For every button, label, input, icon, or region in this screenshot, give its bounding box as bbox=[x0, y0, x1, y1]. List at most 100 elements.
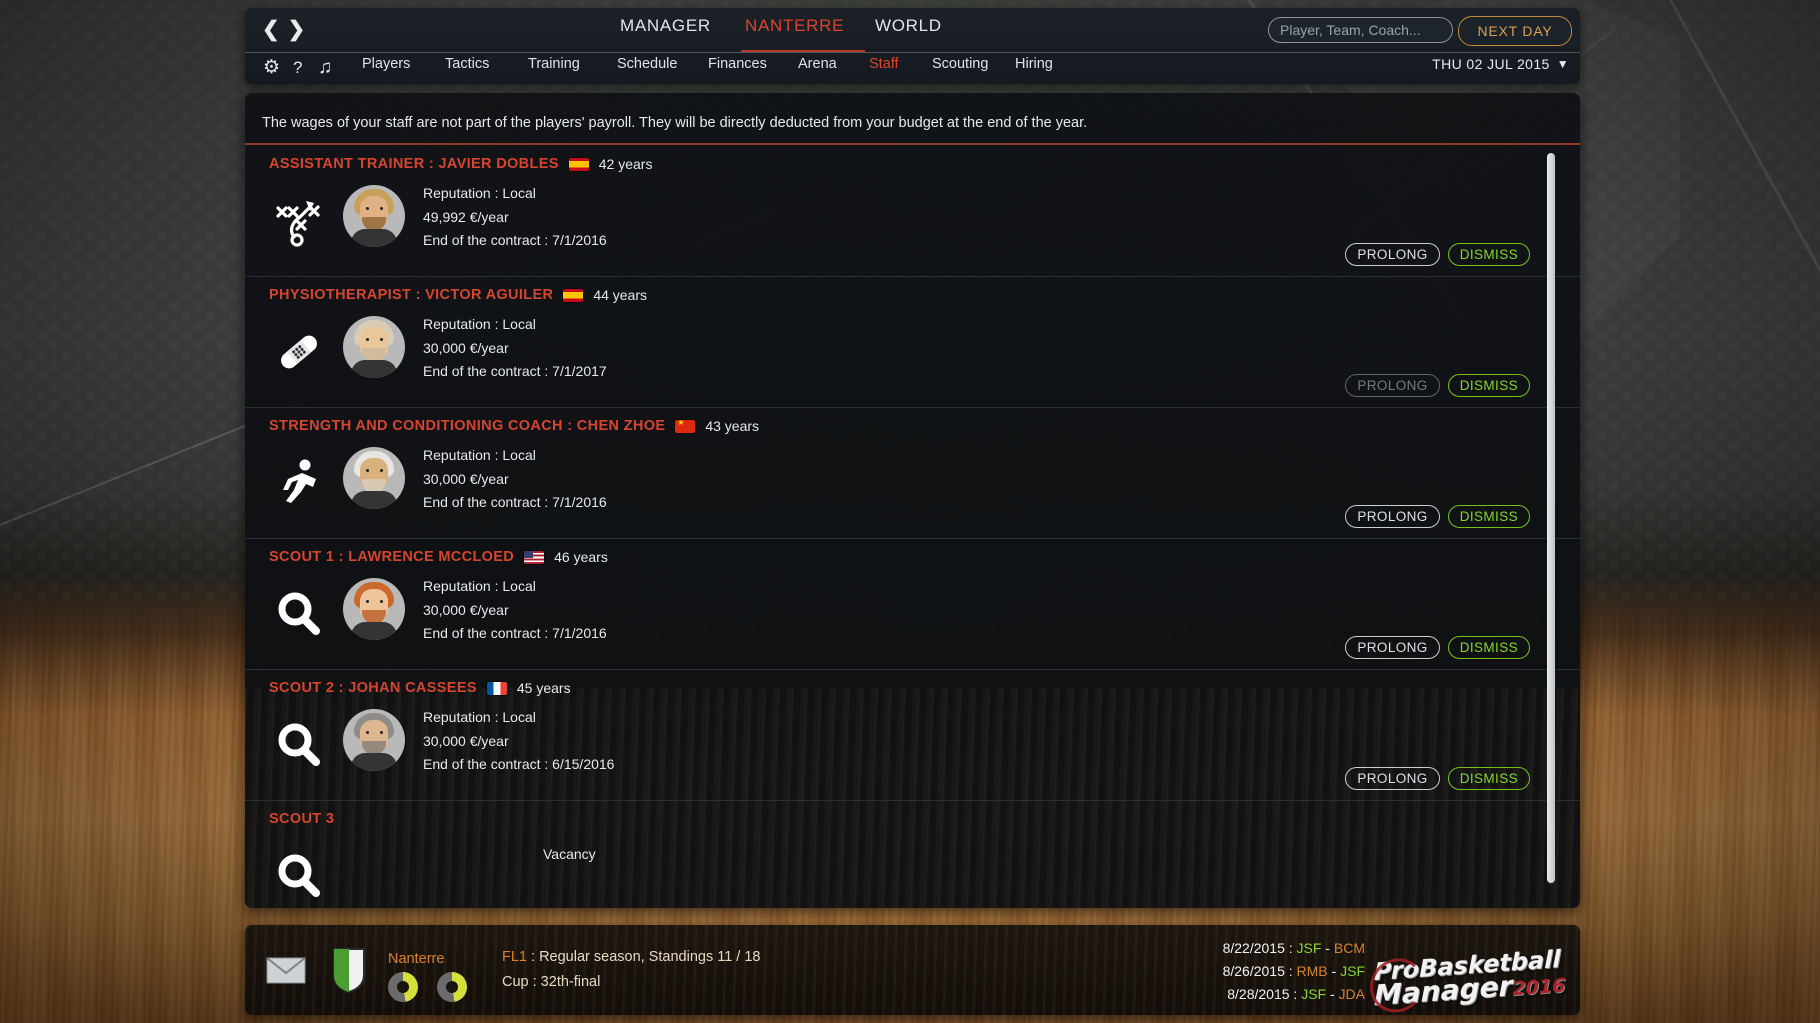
subtab-arena[interactable]: Arena bbox=[798, 56, 837, 72]
staff-role-name: ASSISTANT TRAINER : JAVIER DOBLES bbox=[269, 156, 559, 172]
flag-icon-es bbox=[563, 288, 584, 302]
prolong-button[interactable]: PROLONG bbox=[1345, 374, 1440, 397]
vertical-scrollbar[interactable] bbox=[1546, 153, 1556, 886]
main-tab-world[interactable]: WORLD bbox=[875, 16, 942, 38]
subtab-tactics[interactable]: Tactics bbox=[445, 56, 489, 72]
table-row[interactable]: SCOUT 1 : LAWRENCE MCCLOED 46 years Repu… bbox=[245, 539, 1580, 670]
subtab-staff[interactable]: Staff bbox=[869, 56, 899, 72]
staff-role-name: PHYSIOTHERAPIST : VICTOR AGUILER bbox=[269, 287, 554, 303]
dismiss-button[interactable]: DISMISS bbox=[1447, 636, 1530, 659]
staff-row-header: ASSISTANT TRAINER : JAVIER DOBLES 42 yea… bbox=[269, 156, 652, 172]
runner-icon bbox=[269, 448, 329, 518]
team-name: Nanterre bbox=[388, 951, 445, 967]
match-date: 8/28/2015 : bbox=[1227, 986, 1302, 1002]
staff-panel: The wages of your staff are not part of … bbox=[245, 93, 1580, 908]
staff-contract: End of the contract : 7/1/2017 bbox=[423, 363, 607, 379]
table-row[interactable]: SCOUT 2 : JOHAN CASSEES 45 years Reputat… bbox=[245, 670, 1580, 801]
table-row[interactable]: STRENGTH AND CONDITIONING COACH : CHEN Z… bbox=[245, 408, 1580, 539]
staff-contract: End of the contract : 7/1/2016 bbox=[423, 494, 607, 510]
chevron-right-icon[interactable]: ❯ bbox=[288, 17, 306, 43]
staff-reputation: Reputation : Local bbox=[423, 447, 536, 463]
prolong-button[interactable]: PROLONG bbox=[1345, 767, 1440, 790]
staff-contract: End of the contract : 7/1/2016 bbox=[423, 232, 607, 248]
staff-details: Reputation : Local 30,000 €/year End of … bbox=[423, 706, 614, 777]
subtab-schedule[interactable]: Schedule bbox=[617, 56, 677, 72]
staff-list[interactable]: ASSISTANT TRAINER : JAVIER DOBLES 42 yea… bbox=[245, 146, 1580, 908]
subtab-finances[interactable]: Finances bbox=[708, 56, 767, 72]
staff-age: 45 years bbox=[516, 680, 571, 696]
subtab-hiring[interactable]: Hiring bbox=[1015, 56, 1053, 72]
bandage-icon bbox=[269, 317, 329, 387]
top-navigation-bar: ❮ ❯ MANAGER NANTERRE WORLD NEXT DAY ⚙ ? … bbox=[245, 8, 1580, 84]
staff-role-name: SCOUT 3 bbox=[269, 811, 335, 827]
flag-icon-es bbox=[568, 157, 589, 171]
staff-row-header: PHYSIOTHERAPIST : VICTOR AGUILER 44 year… bbox=[269, 287, 647, 303]
subtab-players[interactable]: Players bbox=[362, 56, 410, 72]
dismiss-button[interactable]: DISMISS bbox=[1447, 243, 1530, 266]
logo-year: 2016 bbox=[1512, 974, 1566, 1001]
staff-role-name: STRENGTH AND CONDITIONING COACH : CHEN Z… bbox=[269, 418, 666, 434]
help-icon[interactable]: ? bbox=[293, 55, 302, 80]
staff-wage: 30,000 €/year bbox=[423, 601, 509, 618]
dismiss-button[interactable]: DISMISS bbox=[1447, 374, 1530, 397]
main-tab-manager[interactable]: MANAGER bbox=[620, 16, 711, 38]
date-selector[interactable]: THU 02 JUL 2015 ▼ bbox=[1432, 56, 1569, 72]
avatar bbox=[343, 709, 405, 771]
game-logo: ProBasketball Manager2016 bbox=[1370, 940, 1574, 1015]
staff-row-header: SCOUT 2 : JOHAN CASSEES 45 years bbox=[269, 680, 571, 696]
table-row[interactable]: SCOUT 3 Vacancy bbox=[245, 801, 1580, 908]
magnifier-icon bbox=[269, 579, 329, 649]
mail-icon[interactable] bbox=[266, 957, 306, 984]
staff-wage: 30,000 €/year bbox=[423, 470, 509, 487]
upcoming-match: 8/28/2015 : JSF - JDA bbox=[1227, 986, 1365, 1002]
cup-status: Cup : 32th-final bbox=[502, 974, 601, 990]
subtab-scouting[interactable]: Scouting bbox=[932, 56, 988, 72]
dismiss-button[interactable]: DISMISS bbox=[1447, 767, 1530, 790]
prolong-button[interactable]: PROLONG bbox=[1345, 505, 1440, 528]
staff-role-name: SCOUT 2 : JOHAN CASSEES bbox=[269, 680, 477, 696]
match-home-team: JSF bbox=[1301, 986, 1327, 1002]
match-date: 8/22/2015 : bbox=[1222, 940, 1297, 956]
magnifier-icon bbox=[269, 710, 329, 780]
chevron-left-icon[interactable]: ❮ bbox=[262, 17, 280, 43]
magnifier-icon bbox=[269, 841, 329, 908]
table-row[interactable]: ASSISTANT TRAINER : JAVIER DOBLES 42 yea… bbox=[245, 146, 1580, 277]
staff-role-name: SCOUT 1 : LAWRENCE MCCLOED bbox=[269, 549, 515, 565]
flag-icon-cn bbox=[675, 419, 696, 433]
dismiss-button[interactable]: DISMISS bbox=[1447, 505, 1530, 528]
staff-details: Reputation : Local 30,000 €/year End of … bbox=[423, 575, 607, 646]
vacancy-label: Vacancy bbox=[543, 846, 596, 862]
match-separator: - bbox=[1326, 986, 1339, 1002]
search-input[interactable] bbox=[1268, 17, 1453, 43]
history-nav-arrows[interactable]: ❮ ❯ bbox=[262, 17, 305, 43]
match-home-team: RMB bbox=[1296, 963, 1328, 979]
top-bar-secondary-row: ⚙ ? ♫ Players Tactics Training Schedule … bbox=[245, 52, 1580, 83]
subtab-training[interactable]: Training bbox=[528, 56, 580, 72]
staff-reputation: Reputation : Local bbox=[423, 709, 536, 725]
league-code: FL1 bbox=[502, 949, 527, 965]
match-separator: - bbox=[1321, 940, 1334, 956]
chevron-down-icon[interactable]: ▼ bbox=[1557, 57, 1569, 71]
avatar bbox=[343, 447, 405, 509]
table-row[interactable]: PHYSIOTHERAPIST : VICTOR AGUILER 44 year… bbox=[245, 277, 1580, 408]
notice-divider bbox=[245, 143, 1580, 145]
scrollbar-thumb[interactable] bbox=[1547, 153, 1555, 883]
main-tab-nanterre[interactable]: NANTERRE bbox=[745, 16, 844, 38]
staff-wage: 49,992 €/year bbox=[423, 208, 509, 225]
staff-details: Reputation : Local 30,000 €/year End of … bbox=[423, 313, 607, 384]
avatar bbox=[343, 185, 405, 247]
staff-row-header: SCOUT 1 : LAWRENCE MCCLOED 46 years bbox=[269, 549, 608, 565]
prolong-button[interactable]: PROLONG bbox=[1345, 243, 1440, 266]
music-icon[interactable]: ♫ bbox=[318, 55, 332, 80]
staff-row-header: SCOUT 3 bbox=[269, 811, 334, 827]
prolong-button[interactable]: PROLONG bbox=[1345, 636, 1440, 659]
gear-icon[interactable]: ⚙ bbox=[263, 55, 280, 80]
team-shield-icon[interactable] bbox=[332, 947, 366, 994]
form-gauge bbox=[437, 972, 467, 1002]
flag-icon-us bbox=[524, 550, 545, 564]
staff-age: 43 years bbox=[705, 418, 760, 434]
staff-wage: 30,000 €/year bbox=[423, 339, 509, 356]
league-status: FL1 : Regular season, Standings 11 / 18 bbox=[502, 949, 761, 965]
next-day-button[interactable]: NEXT DAY bbox=[1458, 16, 1572, 46]
staff-details: Reputation : Local 49,992 €/year End of … bbox=[423, 182, 607, 253]
